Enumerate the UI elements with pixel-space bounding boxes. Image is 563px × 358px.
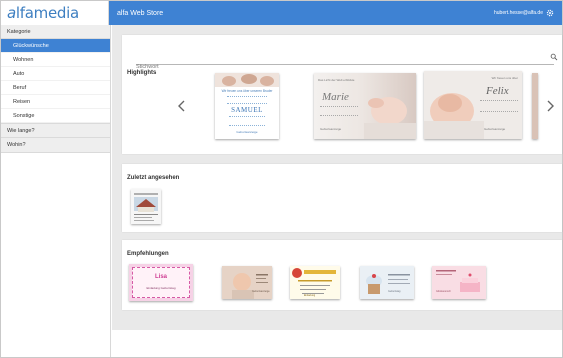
baby-photo-image bbox=[222, 266, 272, 299]
sidebar-group-wohin[interactable]: Wohin? bbox=[1, 138, 110, 153]
sidebar-item-wohnen[interactable]: Wohnen bbox=[1, 53, 110, 67]
recommendations-title: Empfehlungen bbox=[127, 251, 169, 257]
top-bar: alfamedia alfa Web Store hubert.hesse@al… bbox=[1, 1, 562, 25]
card-caption: Einladung Geburtstag bbox=[146, 286, 176, 290]
sidebar-group-label: Wohin? bbox=[7, 142, 26, 148]
card-border bbox=[132, 267, 190, 298]
house-image bbox=[131, 189, 161, 224]
logo[interactable]: alfamedia bbox=[1, 1, 109, 25]
gear-icon[interactable] bbox=[546, 9, 554, 17]
highlight-card-marie[interactable]: Das Licht der Welt erblickte Marie Gebur… bbox=[314, 73, 416, 139]
highlight-card-felix[interactable]: Wir freuen uns über Felix Geburtsanzeige bbox=[424, 71, 522, 139]
cake-image bbox=[432, 266, 486, 299]
card-decor-lines bbox=[480, 100, 518, 112]
card-caption: Geburtsanzeige bbox=[320, 127, 342, 131]
sidebar-item-label: Glückwünsche bbox=[13, 42, 49, 49]
card-text: Wir freuen uns über unseren Bruder bbox=[221, 89, 273, 93]
app-bar: alfa Web Store hubert.hesse@alfa.de bbox=[109, 1, 562, 25]
recent-panel: Zuletzt angesehen bbox=[122, 164, 562, 232]
highlights-panel: Highlights Wir freuen uns über unseren B… bbox=[122, 35, 562, 154]
app-title: alfa Web Store bbox=[117, 9, 164, 17]
card-name: Felix bbox=[486, 85, 509, 97]
sidebar-item-reisen[interactable]: Reisen bbox=[1, 95, 110, 109]
recommendation-item-invitation[interactable]: Einladung bbox=[290, 266, 340, 299]
sidebar-item-label: Sonstige bbox=[13, 112, 35, 119]
card-text: Das Licht der Welt erblickte bbox=[318, 78, 355, 82]
sidebar-group-wie-lange[interactable]: Wie lange? bbox=[1, 123, 110, 138]
card-name: Marie bbox=[322, 91, 349, 103]
sidebar-item-glueckwuensche[interactable]: Glückwünsche bbox=[1, 39, 110, 53]
baby-feet-image bbox=[215, 73, 279, 87]
sidebar-item-label: Auto bbox=[13, 70, 25, 77]
recommendation-item-lisa[interactable]: Lisa Einladung Geburtstag bbox=[129, 264, 193, 301]
user-menu[interactable]: hubert.hesse@alfa.de bbox=[494, 9, 554, 17]
cupcake-image bbox=[360, 266, 414, 299]
search-input[interactable] bbox=[136, 64, 536, 70]
card-caption: Geburtstag bbox=[388, 290, 401, 293]
card-caption: Geburtsanzeige bbox=[236, 130, 258, 134]
highlight-card-samuel[interactable]: Wir freuen uns über unseren Bruder SAMUE… bbox=[215, 73, 279, 139]
card-decor-lines bbox=[320, 106, 358, 116]
search-icon[interactable] bbox=[550, 53, 558, 61]
search-bar bbox=[136, 53, 558, 70]
card-caption: Geburtsanzeige bbox=[484, 127, 506, 131]
card-caption: Einladung bbox=[304, 294, 316, 297]
main-content: Highlights Wir freuen uns über unseren B… bbox=[112, 25, 562, 330]
sidebar-item-auto[interactable]: Auto bbox=[1, 67, 110, 81]
logo-text: alfamedia bbox=[7, 4, 79, 22]
card-decor-lines bbox=[229, 116, 265, 126]
user-email: hubert.hesse@alfa.de bbox=[494, 10, 543, 16]
sidebar: Kategorie Glückwünsche Wohnen Auto Beruf… bbox=[1, 25, 111, 357]
card-text: Wir freuen uns über bbox=[491, 76, 518, 80]
card-name: SAMUEL bbox=[231, 106, 263, 114]
chevron-right-icon[interactable] bbox=[544, 99, 556, 113]
sidebar-header-kategorie[interactable]: Kategorie bbox=[1, 25, 110, 39]
card-name: Lisa bbox=[154, 274, 167, 280]
chevron-left-icon[interactable] bbox=[176, 99, 188, 113]
highlights-title: Highlights bbox=[127, 70, 157, 76]
recommendation-item-cake[interactable]: Glückwunsch bbox=[432, 266, 486, 299]
card-decor-lines bbox=[227, 96, 267, 104]
highlight-card-partial[interactable] bbox=[532, 73, 538, 139]
recent-title: Zuletzt angesehen bbox=[127, 175, 180, 181]
card-caption: Geburtsanzeige bbox=[252, 290, 270, 293]
recent-item-house[interactable] bbox=[131, 189, 161, 224]
sidebar-item-beruf[interactable]: Beruf bbox=[1, 81, 110, 95]
sidebar-item-label: Reisen bbox=[13, 98, 31, 105]
recommendation-item-baby[interactable]: Geburtsanzeige bbox=[222, 266, 272, 299]
card-caption: Glückwunsch bbox=[436, 290, 451, 293]
sidebar-header-label: Kategorie bbox=[7, 28, 31, 35]
recommendations-panel: Empfehlungen Lisa Einladung Geburtstag G… bbox=[122, 240, 562, 310]
sidebar-item-label: Wohnen bbox=[13, 56, 34, 63]
recommendation-item-cupcake[interactable]: Geburtstag bbox=[360, 266, 414, 299]
sidebar-group-label: Wie lange? bbox=[7, 127, 35, 134]
sidebar-item-label: Beruf bbox=[13, 84, 27, 91]
sidebar-item-sonstige[interactable]: Sonstige bbox=[1, 109, 110, 123]
